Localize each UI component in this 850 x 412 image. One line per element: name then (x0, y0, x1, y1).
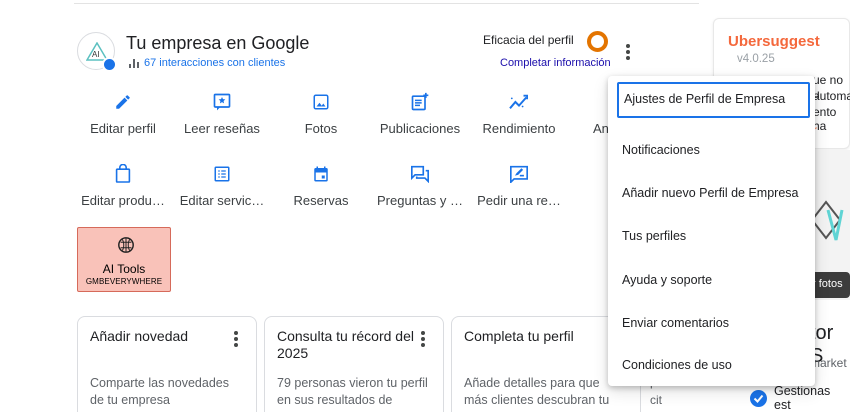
brain-icon (118, 237, 134, 253)
ubersuggest-version: v4.0.25 (737, 53, 775, 65)
action-label: Editar produ… (81, 193, 165, 208)
action-label: Fotos (304, 121, 338, 136)
action-label: An (593, 121, 608, 136)
action-ads[interactable]: An (578, 91, 608, 136)
action-performance[interactable]: Rendimiento (469, 91, 569, 136)
side-market-text: market (810, 356, 847, 370)
action-label: Pedir una re… (477, 193, 561, 208)
interactions-text[interactable]: 67 interacciones con clientes (144, 57, 285, 69)
action-label: Editar perfil (90, 121, 156, 136)
efficacy-donut-icon (587, 31, 608, 52)
pencil-icon (116, 95, 130, 109)
list-icon (214, 166, 230, 182)
interactions-link[interactable]: 67 interacciones con clientes (129, 57, 285, 69)
menu-item-add-profile[interactable]: Añadir nuevo Perfil de Empresa (608, 176, 815, 212)
action-questions[interactable]: Preguntas y … (370, 163, 470, 208)
photo-icon (313, 94, 329, 110)
card-title: Completa tu perfil (464, 328, 574, 344)
action-label: Reservas (293, 193, 349, 208)
action-ask-review[interactable]: Pedir una re… (469, 163, 569, 208)
forum-icon (411, 165, 429, 183)
action-edit-services[interactable]: Editar servic… (172, 163, 272, 208)
managed-status: Gestionas est (750, 384, 850, 412)
action-label: Rendimiento (482, 121, 556, 136)
action-label: Preguntas y … (377, 193, 463, 208)
menu-item-feedback[interactable]: Enviar comentarios (608, 306, 815, 342)
card-more-icon[interactable] (231, 330, 241, 348)
card-body: Añade detalles para que más clientes des… (464, 376, 610, 407)
verified-check-icon (750, 389, 767, 407)
ai-tools-title: AI Tools (102, 262, 146, 276)
action-edit-products[interactable]: Editar produ… (73, 163, 173, 208)
action-read-reviews[interactable]: Leer reseñas (172, 91, 272, 136)
post-add-icon (411, 92, 429, 111)
complete-info-link[interactable]: Completar información (500, 57, 611, 69)
action-label: Publicaciones (379, 121, 461, 136)
trending-icon (509, 94, 528, 109)
calendar-icon (314, 166, 328, 182)
action-label: Editar servic… (179, 193, 265, 208)
shopping-bag-icon (115, 164, 131, 183)
card-more-icon[interactable] (418, 330, 428, 348)
action-photos[interactable]: Fotos (271, 91, 371, 136)
star-review-icon (213, 93, 231, 111)
card-body: Comparte las novedades de tu empresa (90, 376, 229, 407)
bar-chart-icon (129, 58, 139, 68)
more-options-menu: Ajustes de Perfil de Empresa Notificacio… (608, 76, 815, 386)
ai-tools-subtitle: GMBEVERYWHERE (85, 277, 163, 286)
verified-badge-icon (102, 57, 117, 72)
card-add-news[interactable]: Añadir novedad Comparte las novedades de… (77, 316, 257, 412)
action-edit-profile[interactable]: Editar perfil (73, 91, 173, 136)
menu-item-profile-settings[interactable]: Ajustes de Perfil de Empresa (617, 82, 810, 118)
ubersuggest-name: Ubersuggest (728, 33, 820, 50)
action-posts[interactable]: Publicaciones (370, 91, 470, 136)
card-title: Añadir novedad (90, 328, 189, 344)
menu-item-notifications[interactable]: Notificaciones (608, 133, 815, 169)
top-divider (74, 3, 699, 4)
ubersuggest-line: ento ha (813, 105, 837, 133)
ubersuggest-line: automa (813, 89, 850, 103)
menu-item-terms[interactable]: Condiciones de uso (608, 348, 815, 384)
business-avatar[interactable]: AI (77, 32, 117, 72)
managed-text: Gestionas est (774, 384, 831, 412)
menu-item-your-profiles[interactable]: Tus perfiles (608, 219, 815, 255)
menu-item-help[interactable]: Ayuda y soporte (608, 263, 815, 299)
action-label: Leer reseñas (184, 121, 260, 136)
rate-review-icon (510, 165, 528, 183)
card-body: 79 personas vieron tu perfil en sus resu… (277, 376, 428, 407)
action-bookings[interactable]: Reservas (271, 163, 371, 208)
card-title: Consulta tu récord del 2025 (277, 328, 414, 361)
profile-efficacy-label: Eficacia del perfil (483, 33, 574, 47)
photo-graphic-icon (810, 200, 844, 241)
ai-tools-button[interactable]: AI Tools GMBEVERYWHERE (77, 227, 171, 292)
business-title: Tu empresa en Google (126, 33, 310, 53)
svg-text:AI: AI (92, 50, 100, 59)
more-options-icon[interactable] (620, 43, 636, 61)
card-record-2025[interactable]: Consulta tu récord del 2025 79 personas … (264, 316, 444, 412)
